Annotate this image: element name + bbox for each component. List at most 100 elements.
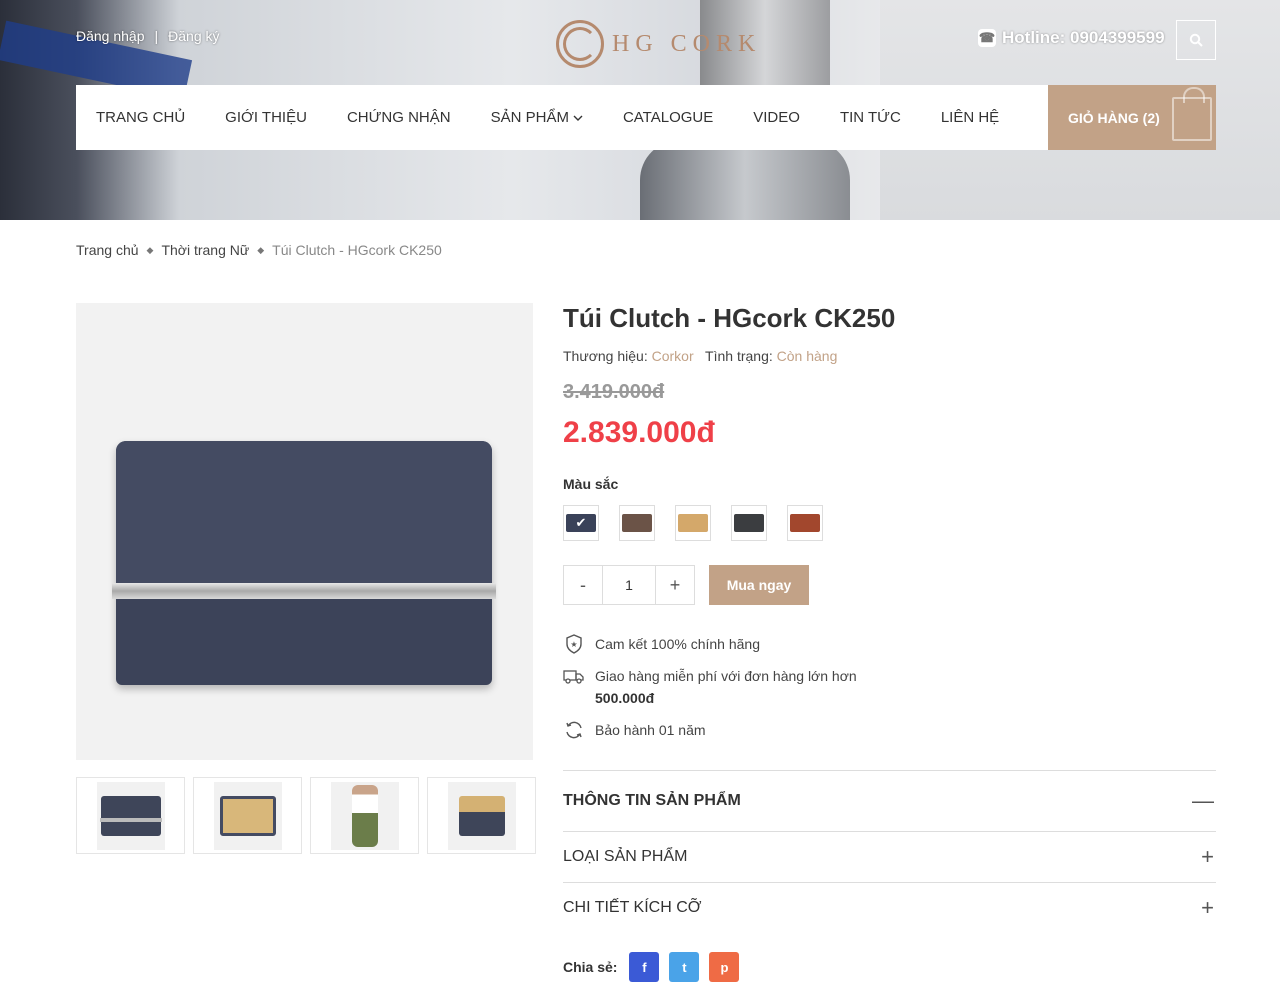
plus-icon: + <box>1201 895 1214 920</box>
cart-label: GIỎ HÀNG (2) <box>1068 109 1160 126</box>
product-meta: Thương hiệu: Corkor Tình trạng: Còn hàng <box>563 348 1216 364</box>
nav-item-news[interactable]: TIN TỨC <box>820 85 921 150</box>
site-logo[interactable]: HG CORK <box>556 20 761 68</box>
account-links: Đăng nhập | Đăng ký <box>76 28 220 44</box>
breadcrumb-separator-icon: ◆ <box>257 244 265 255</box>
check-icon: ✔ <box>575 515 587 530</box>
product-photo <box>112 441 496 685</box>
feature-genuine: ★ Cam kết 100% chính hãng <box>563 633 1216 655</box>
feature-shipping-amount: 500.000đ <box>595 690 655 706</box>
feature-list: ★ Cam kết 100% chính hãng Giao hàng miễn… <box>563 633 1216 741</box>
thumbnail[interactable] <box>193 777 302 854</box>
login-link[interactable]: Đăng nhập <box>76 28 145 44</box>
product-main-image[interactable] <box>76 303 533 760</box>
accordion-product-info[interactable]: THÔNG TIN SẢN PHẨM — <box>563 770 1216 831</box>
breadcrumb-home[interactable]: Trang chủ <box>76 242 139 258</box>
color-label: Màu sắc <box>563 476 619 492</box>
color-swatch[interactable] <box>619 505 655 541</box>
feature-shipping: Giao hàng miễn phí với đơn hàng lớn hơn 5… <box>563 665 1216 709</box>
quantity-increase-button[interactable]: + <box>656 566 694 604</box>
accordion-product-type-title: LOẠI SẢN PHẨM <box>563 848 688 865</box>
logo-text: HG CORK <box>612 30 762 57</box>
nav-item-certificates[interactable]: CHỨNG NHẬN <box>327 85 471 150</box>
pinterest-icon: p <box>720 959 729 975</box>
feature-warranty-text: Bảo hành 01 năm <box>595 722 706 738</box>
color-swatch-fill: ✔ <box>566 514 596 532</box>
nav-item-about[interactable]: GIỚI THIỆU <box>205 85 327 150</box>
nav-item-video[interactable]: VIDEO <box>733 85 820 150</box>
color-swatch[interactable] <box>731 505 767 541</box>
feature-warranty: Bảo hành 01 năm <box>563 719 1216 741</box>
product-title: Túi Clutch - HGcork CK250 <box>563 303 896 333</box>
refresh-icon <box>563 719 585 741</box>
thumbnail-photo <box>351 784 378 847</box>
banner-decoration <box>640 140 850 220</box>
share-bar: Chia sẻ: f t p <box>563 952 740 982</box>
accordion-size-details-title: CHI TIẾT KÍCH CỠ <box>563 899 702 916</box>
breadcrumb-current: Túi Clutch - HGcork CK250 <box>272 242 442 258</box>
cart-button[interactable]: GIỎ HÀNG (2) <box>1048 85 1216 150</box>
breadcrumb-separator-icon: ◆ <box>146 244 154 255</box>
thumbnail-photo <box>458 795 505 836</box>
thumbnail[interactable] <box>427 777 536 854</box>
nav-item-catalogue[interactable]: CATALOGUE <box>603 85 733 150</box>
color-swatch[interactable] <box>787 505 823 541</box>
link-separator: | <box>154 28 159 44</box>
color-swatch-fill <box>678 514 708 532</box>
thumbnail-image <box>330 781 399 850</box>
minus-icon: — <box>1192 788 1214 813</box>
register-link[interactable]: Đăng ký <box>168 28 219 44</box>
status-value: Còn hàng <box>776 348 838 364</box>
thumbnail[interactable] <box>76 777 185 854</box>
sale-price: 2.839.000đ <box>563 416 715 449</box>
color-swatch[interactable] <box>675 505 711 541</box>
buy-now-button[interactable]: Mua ngay <box>709 565 809 605</box>
thumbnail[interactable] <box>310 777 419 854</box>
nav-item-contact[interactable]: LIÊN HỆ <box>921 85 1019 150</box>
twitter-share-button[interactable]: t <box>669 952 700 982</box>
feature-shipping-label: Giao hàng miễn phí với đơn hàng lớn hơn <box>595 668 857 684</box>
feature-genuine-text: Cam kết 100% chính hãng <box>595 636 760 652</box>
quantity-decrease-button[interactable]: - <box>564 566 602 604</box>
brand-value[interactable]: Corkor <box>652 348 694 364</box>
color-swatch-fill <box>622 514 652 532</box>
pinterest-share-button[interactable]: p <box>709 952 740 982</box>
facebook-share-button[interactable]: f <box>629 952 660 982</box>
product-photo-flap <box>116 441 492 591</box>
accordion-product-type[interactable]: LOẠI SẢN PHẨM + <box>563 831 1216 882</box>
shield-icon: ★ <box>563 633 585 655</box>
logo-icon <box>556 20 604 68</box>
plus-icon: + <box>1201 844 1214 869</box>
svg-text:★: ★ <box>570 640 577 649</box>
product-info: Túi Clutch - HGcork CK250 Thương hiệu: C… <box>563 303 1216 751</box>
thumbnail-photo <box>99 795 162 836</box>
hotline[interactable]: ☎ Hotline: 0904399599 <box>978 28 1165 48</box>
nav-item-products[interactable]: SẢN PHẨM <box>471 85 603 150</box>
color-swatch-fill <box>734 514 764 532</box>
quantity-stepper: - 1 + <box>563 565 695 605</box>
color-swatch[interactable]: ✔ <box>563 505 599 541</box>
accordion-size-details[interactable]: CHI TIẾT KÍCH CỠ + <box>563 882 1216 933</box>
breadcrumb: Trang chủ ◆ Thời trang Nữ ◆ Túi Clutch -… <box>76 242 442 258</box>
main-nav: TRANG CHỦ GIỚI THIỆU CHỨNG NHẬN SẢN PHẨM… <box>76 85 1216 150</box>
color-swatch-fill <box>790 514 820 532</box>
thumbnail-image <box>96 781 165 850</box>
quantity-input[interactable]: 1 <box>602 566 656 604</box>
old-price: 3.419.000đ <box>563 381 665 403</box>
thumbnail-image <box>447 781 516 850</box>
thumbnail-photo <box>219 795 276 836</box>
nav-item-home[interactable]: TRANG CHỦ <box>76 85 205 150</box>
breadcrumb-category[interactable]: Thời trang Nữ <box>161 242 249 258</box>
truck-icon <box>563 665 585 687</box>
feature-shipping-text: Giao hàng miễn phí với đơn hàng lớn hơn 5… <box>595 665 857 709</box>
purchase-row: - 1 + Mua ngay <box>563 565 1216 605</box>
shopping-bag-icon <box>1172 87 1212 141</box>
search-button[interactable] <box>1176 20 1216 60</box>
search-icon <box>1189 33 1203 47</box>
phone-icon: ☎ <box>978 29 996 47</box>
chevron-down-icon <box>573 115 583 121</box>
twitter-icon: t <box>682 959 687 975</box>
product-thumbnails <box>76 777 536 854</box>
brand-label: Thương hiệu: <box>563 348 648 364</box>
product-photo-bar <box>112 583 496 599</box>
